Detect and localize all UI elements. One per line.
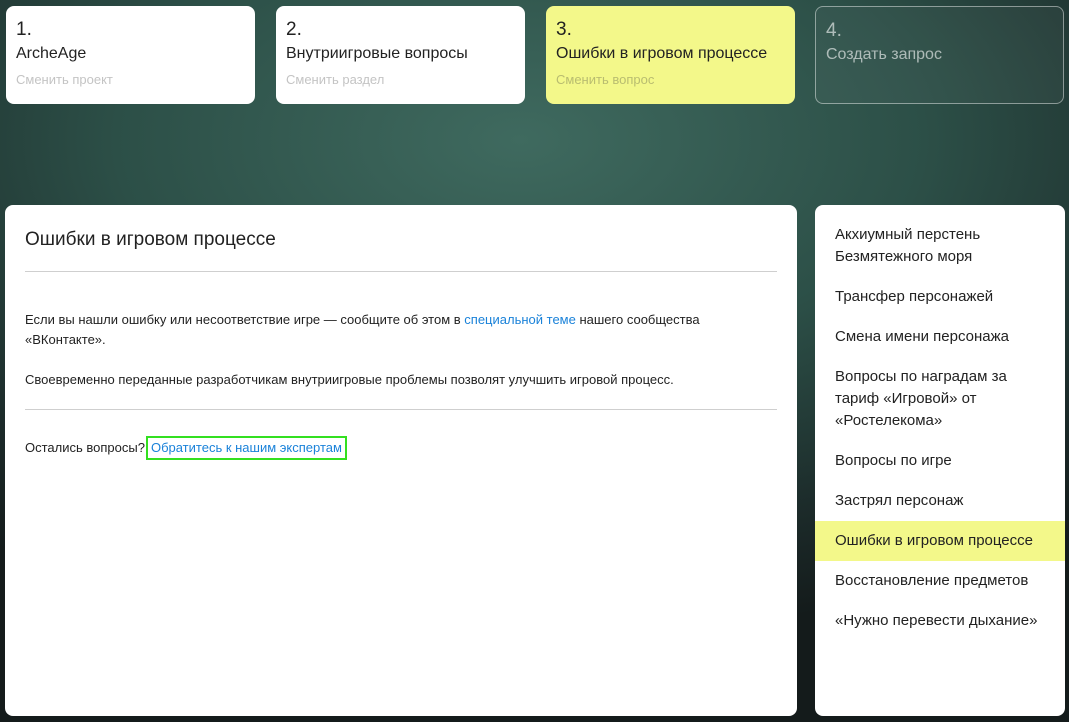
sidebar-item-catch-breath[interactable]: «Нужно перевести дыхание» [815, 601, 1065, 641]
step-create-request[interactable]: 4. Создать запрос [815, 6, 1064, 104]
sidebar-item-game-questions[interactable]: Вопросы по игре [815, 441, 1065, 481]
step-number: 2. [286, 19, 302, 40]
change-section-link[interactable]: Сменить раздел [286, 71, 515, 89]
page-title: Ошибки в игровом процессе [25, 229, 276, 250]
question-list: Акхиумный перстень Безмятежного моря Тра… [815, 205, 1065, 716]
divider [25, 409, 777, 410]
step-title: Ошибки в игровом процессе [556, 45, 768, 62]
step-title: Внутриигровые вопросы [286, 45, 468, 62]
step-title: ArcheAge [16, 45, 87, 62]
sidebar-item-rostelecom-rewards[interactable]: Вопросы по наградам за тариф «Игровой» о… [815, 357, 1065, 441]
sidebar-item-restore-items[interactable]: Восстановление предметов [815, 561, 1065, 601]
article-card: Ошибки в игровом процессе Если вы нашли … [5, 205, 797, 716]
contact-experts-link[interactable]: Обратитесь к нашим экспертам [145, 436, 347, 460]
step-number: 3. [556, 19, 572, 40]
step-title: Создать запрос [826, 46, 942, 63]
divider [25, 271, 777, 272]
change-question-link[interactable]: Сменить вопрос [556, 71, 785, 89]
sidebar-item-gameplay-errors[interactable]: Ошибки в игровом процессе [815, 521, 1065, 561]
questions-label: Остались вопросы? [25, 440, 145, 455]
article-paragraph: Своевременно переданные разработчикам вн… [25, 372, 674, 387]
change-project-link[interactable]: Сменить проект [16, 71, 245, 89]
step-project[interactable]: 1. ArcheAge Сменить проект [6, 6, 255, 104]
step-question[interactable]: 3. Ошибки в игровом процессе Сменить воп… [546, 6, 795, 104]
step-section[interactable]: 2. Внутриигровые вопросы Сменить раздел [276, 6, 525, 104]
step-number: 1. [16, 19, 32, 40]
questions-row: Остались вопросы? Обратитесь к нашим экс… [25, 436, 777, 460]
step-number: 4. [826, 20, 842, 41]
article-paragraph: Если вы нашли ошибку или несоответствие … [25, 310, 777, 350]
paragraph-text: Если вы нашли ошибку или несоответствие … [25, 312, 465, 327]
sidebar-item-transfer[interactable]: Трансфер персонажей [815, 277, 1065, 317]
sidebar-item-ring[interactable]: Акхиумный перстень Безмятежного моря [815, 224, 1065, 277]
special-topic-link[interactable]: специальной теме [464, 312, 576, 327]
sidebar-item-rename[interactable]: Смена имени персонажа [815, 317, 1065, 357]
sidebar-item-stuck-character[interactable]: Застрял персонаж [815, 481, 1065, 521]
